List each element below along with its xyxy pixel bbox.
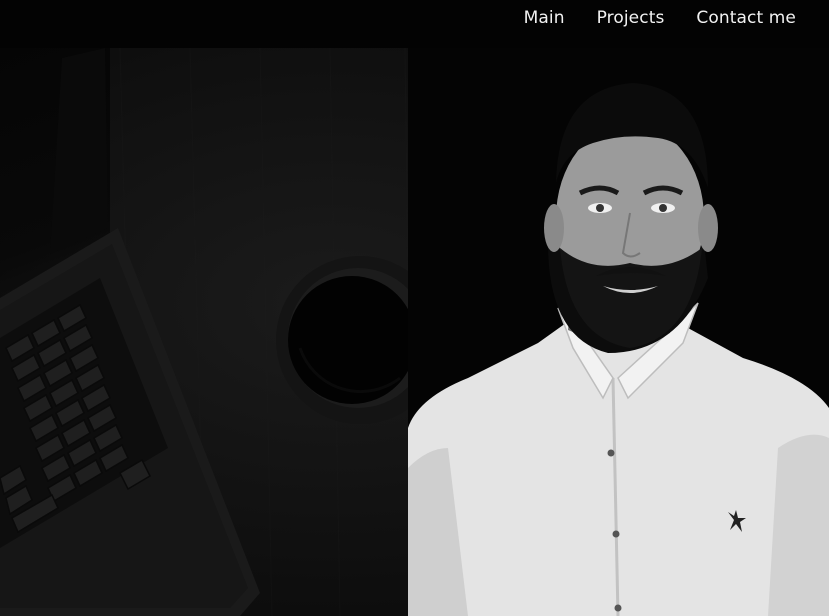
- portrait-photo: [408, 48, 829, 616]
- person-portrait: [408, 48, 829, 616]
- main-nav: Main Projects Contact me: [524, 7, 796, 29]
- shirt-button: [607, 449, 615, 457]
- shirt-button: [612, 530, 620, 538]
- nav-link-projects[interactable]: Projects: [597, 7, 665, 29]
- top-navigation-bar: Main Projects Contact me: [0, 0, 829, 48]
- nav-link-main[interactable]: Main: [524, 7, 565, 29]
- page: Main Projects Contact me: [0, 0, 829, 616]
- laptop-icon: [0, 48, 260, 616]
- nav-link-contact-me[interactable]: Contact me: [696, 7, 796, 29]
- shirt-button: [614, 604, 622, 612]
